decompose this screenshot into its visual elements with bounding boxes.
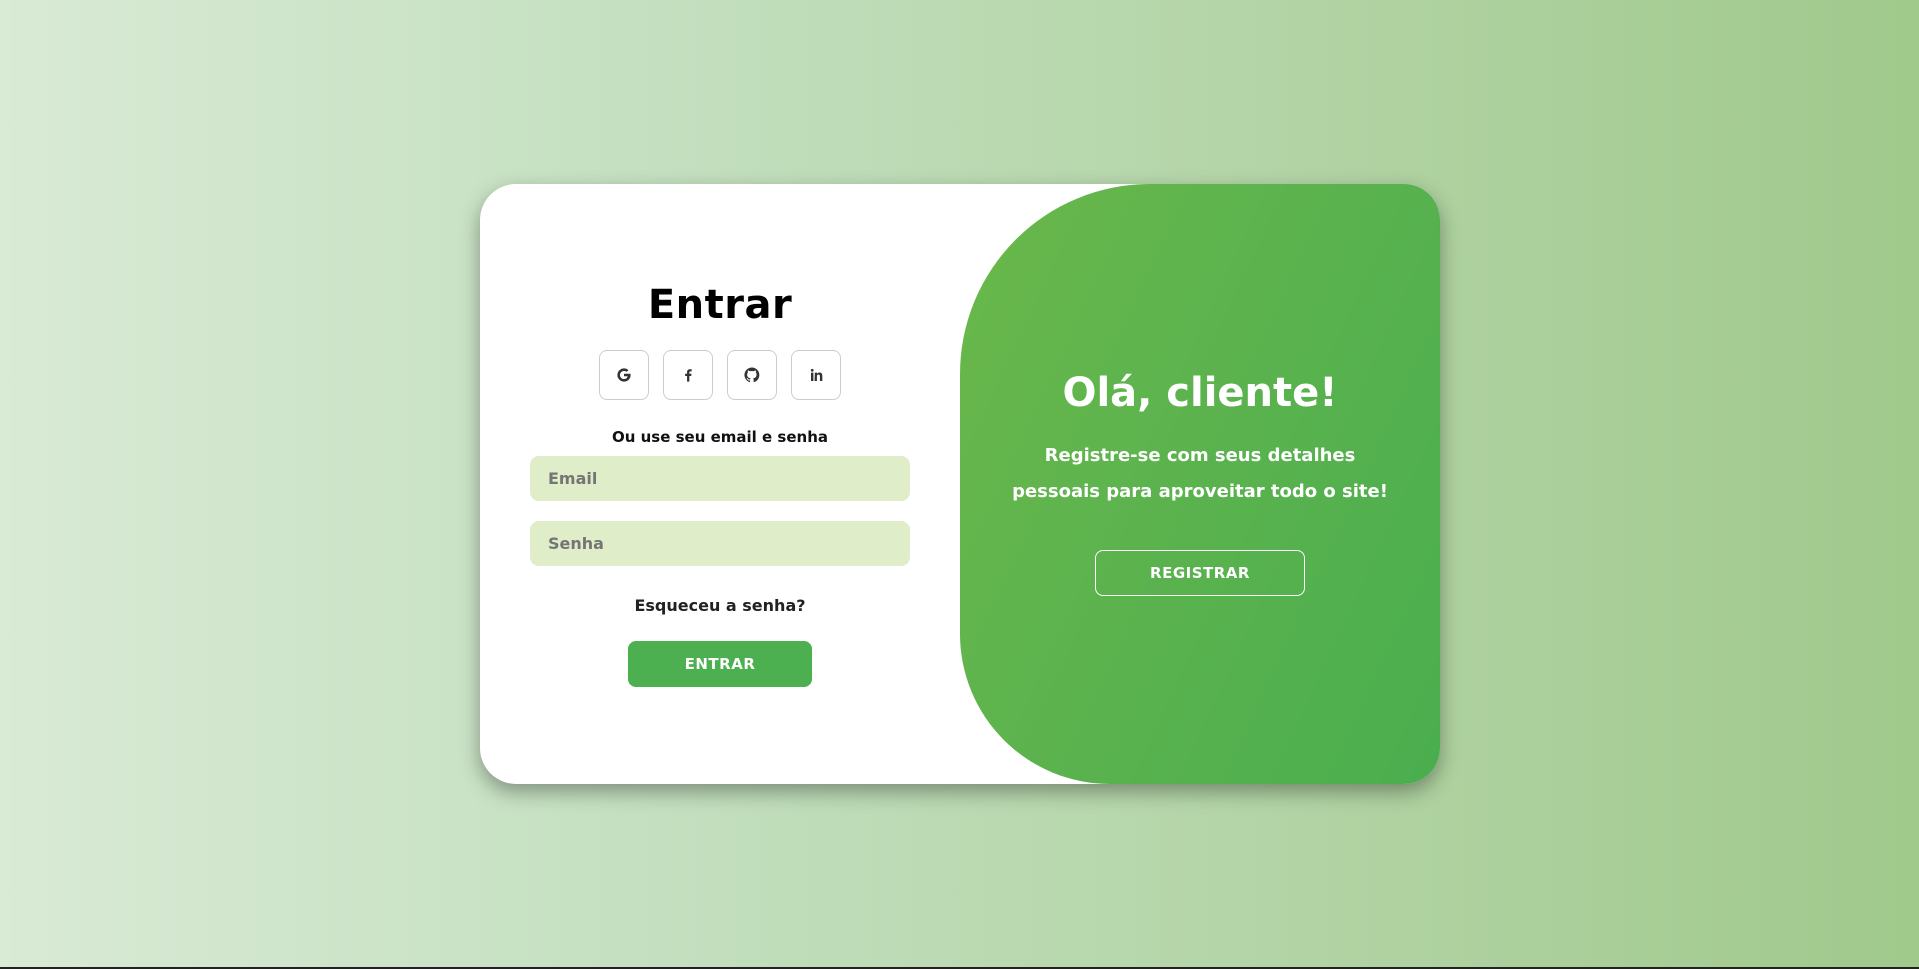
- google-login-button[interactable]: [599, 350, 649, 400]
- email-instructions: Ou use seu email e senha: [611, 428, 829, 446]
- facebook-icon: [680, 366, 696, 384]
- register-promo-panel: Olá, cliente! Registre-se com seus detal…: [960, 184, 1440, 784]
- linkedin-icon: [808, 367, 824, 383]
- password-input[interactable]: [530, 521, 910, 566]
- google-icon: [615, 366, 633, 384]
- github-login-button[interactable]: [727, 350, 777, 400]
- promo-text: Registre-se com seus detalhes pessoais p…: [1012, 445, 1388, 502]
- forgot-password-link[interactable]: Esqueceu a senha?: [634, 596, 805, 615]
- github-icon: [743, 366, 761, 384]
- social-login-group: [599, 350, 841, 400]
- facebook-login-button[interactable]: [663, 350, 713, 400]
- promo-title: Olá, cliente!: [1062, 370, 1338, 416]
- email-input[interactable]: [530, 456, 910, 501]
- sign-in-button[interactable]: ENTRAR: [628, 641, 812, 687]
- page: { "signin": { "title": "Entrar", "social…: [0, 0, 1919, 969]
- register-button[interactable]: REGISTRAR: [1095, 550, 1305, 596]
- sign-in-panel: Entrar Ou use seu email e senha Email Es…: [480, 184, 960, 784]
- sign-in-title: Entrar: [647, 282, 793, 328]
- auth-card: Entrar Ou use seu email e senha Email Es…: [480, 184, 1440, 784]
- linkedin-login-button[interactable]: [791, 350, 841, 400]
